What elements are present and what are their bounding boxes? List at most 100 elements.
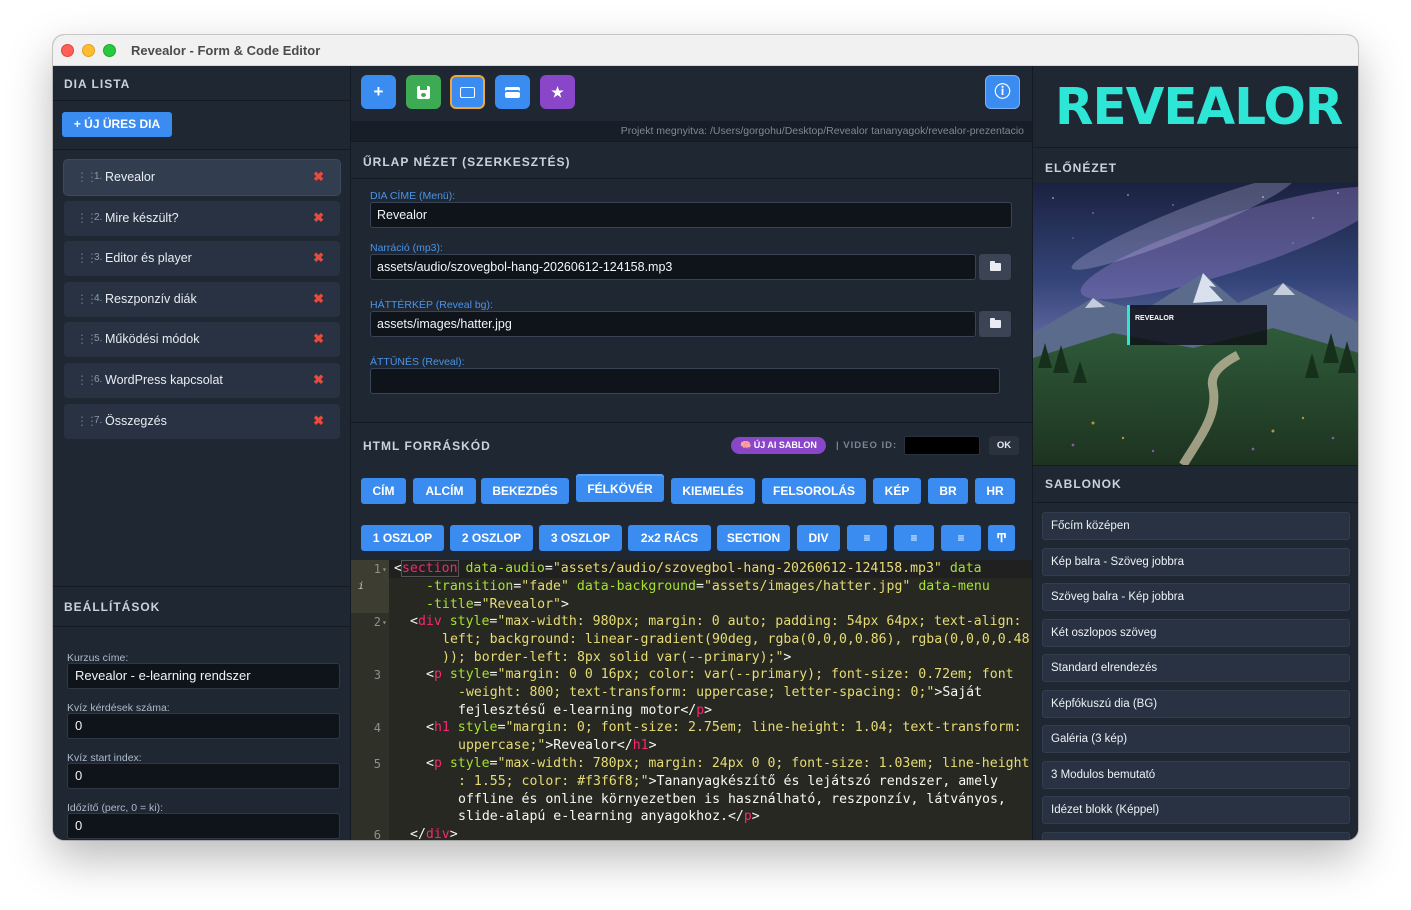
- line-number: 4: [373, 721, 381, 735]
- slide-item-2[interactable]: ⋮⋮ 2. Mire készült? ✖: [64, 200, 340, 236]
- slide-number: 7.: [94, 414, 103, 426]
- align-center-icon[interactable]: ≡: [894, 525, 934, 551]
- video-ok-button[interactable]: OK: [989, 436, 1019, 455]
- align-left-icon[interactable]: ≡: [847, 525, 887, 551]
- slide-sidebar: DIA LISTA + ÚJ ÜRES DIA ⋮⋮ 1. Revealor ✖…: [53, 66, 351, 840]
- background-label: HÁTTÉRKÉP (Reveal bg):: [370, 299, 493, 311]
- template-item[interactable]: Standard elrendezés: [1042, 654, 1350, 682]
- template-item[interactable]: Főcím középen: [1042, 512, 1350, 540]
- text-format-icon[interactable]: Ͳ: [988, 525, 1015, 551]
- divider: [53, 100, 351, 101]
- favorites-button[interactable]: ★: [540, 75, 575, 109]
- layout-2-column-button[interactable]: 2 OSZLOP: [450, 525, 533, 551]
- drag-handle-icon[interactable]: ⋮⋮: [76, 414, 98, 428]
- info-button[interactable]: ⓘ: [985, 75, 1020, 109]
- browse-background-button[interactable]: [979, 311, 1011, 337]
- save-button[interactable]: [406, 75, 441, 109]
- snippet-emphasis-button[interactable]: KIEMELÉS: [671, 478, 755, 504]
- zoom-window-button[interactable]: [103, 44, 116, 57]
- fold-arrow-icon[interactable]: ▾: [382, 618, 387, 627]
- divider: [53, 149, 351, 150]
- drag-handle-icon[interactable]: ⋮⋮: [76, 211, 98, 225]
- snippet-hr-button[interactable]: HR: [975, 478, 1015, 504]
- snippet-subtitle-button[interactable]: ALCÍM: [413, 478, 476, 504]
- code-line: slide-alapú e-learning anyagokhoz.</p>: [458, 809, 760, 824]
- timer-input[interactable]: 0: [67, 813, 340, 839]
- drag-handle-icon[interactable]: ⋮⋮: [76, 373, 98, 387]
- code-line: fejlesztésű e-learning motor</p>: [458, 703, 713, 718]
- template-item[interactable]: Idézet blokk (Képpel): [1042, 796, 1350, 824]
- folder-open-icon: [460, 87, 475, 98]
- minimize-window-button[interactable]: [82, 44, 95, 57]
- card-view-button[interactable]: [495, 75, 530, 109]
- right-panel: REVEALOR ELŐNÉZET REVEALOR SABLONOK Főcí…: [1032, 66, 1358, 840]
- template-item[interactable]: Képfókuszú dia (BG): [1042, 689, 1350, 718]
- new-empty-slide-button[interactable]: + ÚJ ÜRES DIA: [62, 112, 172, 137]
- html-source-title: HTML FORRÁSKÓD: [363, 439, 491, 453]
- delete-slide-icon[interactable]: ✖: [313, 331, 324, 347]
- layout-3-column-button[interactable]: 3 OSZLOP: [539, 525, 622, 551]
- align-right-icon[interactable]: ≡: [941, 525, 981, 551]
- open-project-button[interactable]: [450, 75, 485, 109]
- snippet-image-button[interactable]: KÉP: [873, 478, 921, 504]
- code-line: left; background: linear-gradient(90deg,…: [442, 632, 1030, 647]
- form-view: DIA CÍME (Menü): Revealor Narráció (mp3)…: [351, 179, 1032, 422]
- slide-title-input[interactable]: Revealor: [370, 202, 1012, 228]
- new-ai-template-button[interactable]: 🧠 ÚJ AI SABLON: [731, 437, 826, 454]
- slide-number: 5.: [94, 333, 103, 345]
- snippet-paragraph-button[interactable]: BEKEZDÉS: [481, 478, 569, 504]
- snippet-section-button[interactable]: SECTION: [717, 525, 790, 551]
- fold-arrow-icon[interactable]: ▾: [382, 565, 387, 574]
- close-window-button[interactable]: [61, 44, 74, 57]
- slide-title: Mire készült?: [105, 210, 179, 225]
- delete-slide-icon[interactable]: ✖: [313, 413, 324, 429]
- slide-item-6[interactable]: ⋮⋮ 6. WordPress kapcsolat ✖: [64, 362, 340, 398]
- title-bar: Revealor - Form & Code Editor: [53, 35, 1358, 66]
- delete-slide-icon[interactable]: ✖: [313, 169, 324, 185]
- drag-handle-icon[interactable]: ⋮⋮: [76, 332, 98, 346]
- snippet-list-button[interactable]: FELSOROLÁS: [762, 478, 866, 504]
- drag-handle-icon[interactable]: ⋮⋮: [76, 170, 98, 184]
- delete-slide-icon[interactable]: ✖: [313, 372, 324, 388]
- background-input[interactable]: assets/images/hatter.jpg: [370, 311, 976, 337]
- course-title-input[interactable]: Revealor - e-learning rendszer: [67, 663, 340, 689]
- template-item[interactable]: 3 Modulos bemutató: [1042, 760, 1350, 789]
- template-item[interactable]: Kép balra - Szöveg jobbra: [1042, 547, 1350, 576]
- layout-grid-button[interactable]: 2x2 RÁCS: [628, 525, 711, 551]
- snippet-bold-button[interactable]: FÉLKÖVÉR: [576, 476, 664, 502]
- drag-handle-icon[interactable]: ⋮⋮: [76, 251, 98, 265]
- slide-title: Reszponzív diák: [105, 291, 197, 306]
- quiz-count-input[interactable]: 0: [67, 713, 340, 739]
- slide-number: 2.: [94, 211, 103, 223]
- template-item[interactable]: Galéria (3 kép): [1042, 725, 1350, 753]
- template-item[interactable]: [1042, 831, 1350, 840]
- browse-narration-button[interactable]: [979, 254, 1011, 280]
- template-item[interactable]: Szöveg balra - Kép jobbra: [1042, 583, 1350, 611]
- slide-item-5[interactable]: ⋮⋮ 5. Működési módok ✖: [64, 322, 340, 358]
- slide-item-1[interactable]: ⋮⋮ 1. Revealor ✖: [64, 160, 340, 195]
- delete-slide-icon[interactable]: ✖: [313, 291, 324, 307]
- slide-preview[interactable]: REVEALOR: [1033, 183, 1358, 465]
- snippet-br-button[interactable]: BR: [928, 478, 968, 504]
- slide-item-4[interactable]: ⋮⋮ 4. Reszponzív diák ✖: [64, 281, 340, 317]
- slide-item-3[interactable]: ⋮⋮ 3. Editor és player ✖: [64, 241, 340, 277]
- delete-slide-icon[interactable]: ✖: [313, 210, 324, 226]
- delete-slide-icon[interactable]: ✖: [313, 250, 324, 266]
- code-line: <h1 style="margin: 0; font-size: 2.75em;…: [426, 720, 1022, 735]
- line-number: 6: [373, 828, 381, 840]
- slide-item-7[interactable]: ⋮⋮ 7. Összegzés ✖: [64, 403, 340, 439]
- snippet-title-button[interactable]: CÍM: [361, 478, 406, 504]
- code-line: -transition="fade" data-background="asse…: [426, 579, 990, 594]
- transition-select[interactable]: [370, 368, 1000, 394]
- code-line: offline és online környezetben is haszná…: [458, 792, 1006, 807]
- layout-1-column-button[interactable]: 1 OSZLOP: [361, 525, 444, 551]
- add-slide-button[interactable]: +: [361, 75, 396, 109]
- quiz-start-input[interactable]: 0: [67, 763, 340, 789]
- snippet-div-button[interactable]: DIV: [797, 525, 840, 551]
- slide-number: 3.: [94, 252, 103, 264]
- html-code-editor[interactable]: 1 ▾ i 2 ▾ 3 4 5 6 7 <section data-audio=…: [351, 560, 1032, 840]
- narration-input[interactable]: assets/audio/szovegbol-hang-20260612-124…: [370, 254, 976, 280]
- video-id-input[interactable]: [904, 436, 980, 455]
- template-item[interactable]: Két oszlopos szöveg: [1042, 618, 1350, 647]
- drag-handle-icon[interactable]: ⋮⋮: [76, 292, 98, 306]
